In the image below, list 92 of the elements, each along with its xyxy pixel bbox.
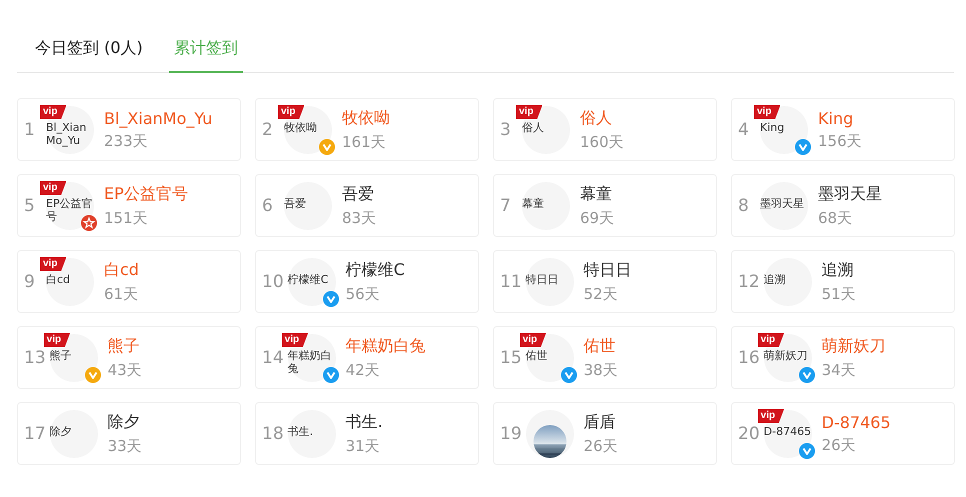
rank-number: 7 [500,196,512,216]
vip-badge: vip [282,333,308,347]
avatar-alt-text: 特日日 [526,273,560,286]
rank-number: 2 [262,120,274,140]
sign-in-days: 61天 [104,284,139,304]
avatar-alt-text: EP公益官号 [46,197,94,223]
user-name[interactable]: Bl_XianMo_Yu [104,108,212,128]
tab[interactable]: 累计签到 [168,30,243,73]
avatar-alt-text: 柠檬维C [288,273,330,286]
user-name[interactable]: D-87465 [822,412,891,432]
vip-badge: vip [40,181,66,195]
avatar-alt-text: King [760,121,786,134]
vip-badge: vip [754,105,780,119]
sign-in-days: 26天 [822,436,891,454]
rank-number: 6 [262,196,274,216]
avatar-alt-text: 幕童 [522,197,545,210]
avatar-alt-text: 书生. [288,425,314,438]
sign-in-days: 156天 [818,132,862,150]
avatar-alt-text: 追溯 [764,273,787,286]
vip-badge: vip [278,105,304,119]
rank-number: 11 [500,272,522,292]
rank-number: 18 [262,424,284,444]
user-name[interactable]: 俗人 [580,108,624,128]
sign-in-days: 31天 [346,436,383,456]
user-name[interactable]: 佑世 [584,336,618,356]
user-name[interactable]: 萌新妖刀 [822,336,886,356]
vip-badge: vip [520,333,546,347]
user-name[interactable]: 年糕奶白兔 [346,336,426,356]
user-name[interactable]: 除夕 [108,412,142,432]
rank-number: 4 [738,120,750,140]
rank-number: 12 [738,272,760,292]
sign-in-days: 56天 [346,284,405,304]
sign-in-days: 151天 [104,208,188,228]
sign-in-days: 160天 [580,132,624,152]
avatar-alt-text: 白cd [46,273,72,286]
rank-number: 17 [24,424,46,444]
avatar-alt-text: 墨羽天星 [760,197,805,210]
avatar-alt-text: 萌新妖刀 [764,349,809,362]
rank-number: 1 [24,120,36,140]
vip-badge: vip [40,257,66,271]
rank-number: 13 [24,348,46,368]
user-name[interactable]: 白cd [104,260,139,280]
rank-number: 19 [500,424,522,444]
sign-in-days: 233天 [104,132,212,150]
avatar-alt-text: 吾爱 [284,197,307,210]
sign-in-days: 68天 [818,208,882,228]
rank-number: 14 [262,348,284,368]
avatar-alt-text: 除夕 [50,425,73,438]
avatar-alt-text: 年糕奶白兔 [288,349,333,375]
user-name[interactable]: 幕童 [580,184,614,204]
sign-in-days: 52天 [584,284,632,304]
sign-in-days: 26天 [584,436,618,456]
user-name[interactable]: 盾盾 [584,412,618,432]
sign-in-days: 83天 [342,208,376,228]
sign-in-days: 38天 [584,360,618,380]
sign-in-days: 33天 [108,436,142,456]
avatar-alt-text: 佑世 [526,349,549,362]
user-name[interactable]: 柠檬维C [346,260,405,280]
rank-number: 15 [500,348,522,368]
user-name[interactable]: 墨羽天星 [818,184,882,204]
rank-number: 16 [738,348,760,368]
vip-badge: vip [758,409,784,423]
rank-number: 8 [738,196,750,216]
rank-number: 20 [738,424,760,444]
avatar-alt-text: D-87465 [764,425,812,438]
user-name[interactable]: King [818,108,862,128]
sign-in-days: 161天 [342,132,390,152]
avatar-alt-text: 牧依呦 [284,121,318,134]
avatar-alt-text: 熊子 [50,349,73,362]
user-name[interactable]: 熊子 [108,336,142,356]
tab[interactable]: 今日签到 (0人) [35,30,143,73]
user-name[interactable]: 牧依呦 [342,108,390,128]
user-name[interactable]: 追溯 [822,260,856,280]
rank-number: 10 [262,272,284,292]
user-name[interactable]: 吾爱 [342,184,376,204]
vip-badge: vip [516,105,542,119]
rank-number: 3 [500,120,512,140]
avatar-alt-text: Bl_XianMo_Yu [46,121,88,147]
user-name[interactable]: EP公益官号 [104,184,188,204]
rank-number: 9 [24,272,36,292]
vip-badge: vip [40,105,66,119]
sign-in-days: 51天 [822,284,856,304]
rank-number: 5 [24,196,36,216]
sign-in-days: 43天 [108,360,142,380]
sign-in-days: 69天 [580,208,614,228]
vip-badge: vip [44,333,70,347]
sign-in-days: 34天 [822,360,886,380]
vip-badge: vip [758,333,784,347]
user-name[interactable]: 书生. [346,412,383,432]
avatar-alt-text: 俗人 [522,121,545,134]
user-name[interactable]: 特日日 [584,260,632,280]
sign-in-days: 42天 [346,360,426,380]
